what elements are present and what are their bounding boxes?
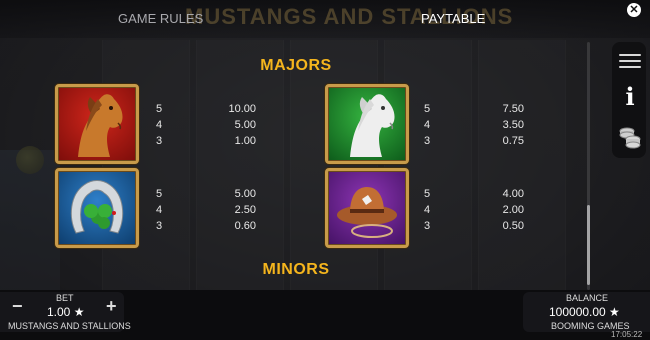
info-icon[interactable]: i [622, 85, 638, 109]
close-icon[interactable]: ✕ [627, 3, 641, 17]
coins-stack-icon[interactable] [617, 125, 643, 149]
white-horse-icon [325, 84, 409, 164]
balance-value: 100000.00 ★ [549, 305, 620, 319]
bet-label: BET [56, 293, 74, 303]
bet-value: 1.00 ★ [47, 305, 85, 319]
bet-increase-button[interactable]: + [106, 296, 117, 317]
paytable-overlay [0, 38, 650, 290]
minors-title: MINORS [262, 261, 330, 278]
game-name: MUSTANGS AND STALLIONS [8, 321, 131, 331]
horseshoe-icon [55, 168, 139, 248]
clock: 17:05:22 [611, 330, 643, 339]
tab-game-rules[interactable]: GAME RULES [118, 11, 203, 26]
majors-title: MAJORS [260, 57, 332, 74]
brown-horse-icon [55, 84, 139, 164]
balance-label: BALANCE [566, 293, 609, 303]
tab-paytable[interactable]: PAYTABLE [421, 11, 485, 26]
menu-icon[interactable] [619, 54, 641, 68]
scrollbar-thumb[interactable] [587, 205, 590, 285]
bet-decrease-button[interactable]: − [12, 296, 23, 317]
cowboy-hat-icon [325, 168, 409, 248]
